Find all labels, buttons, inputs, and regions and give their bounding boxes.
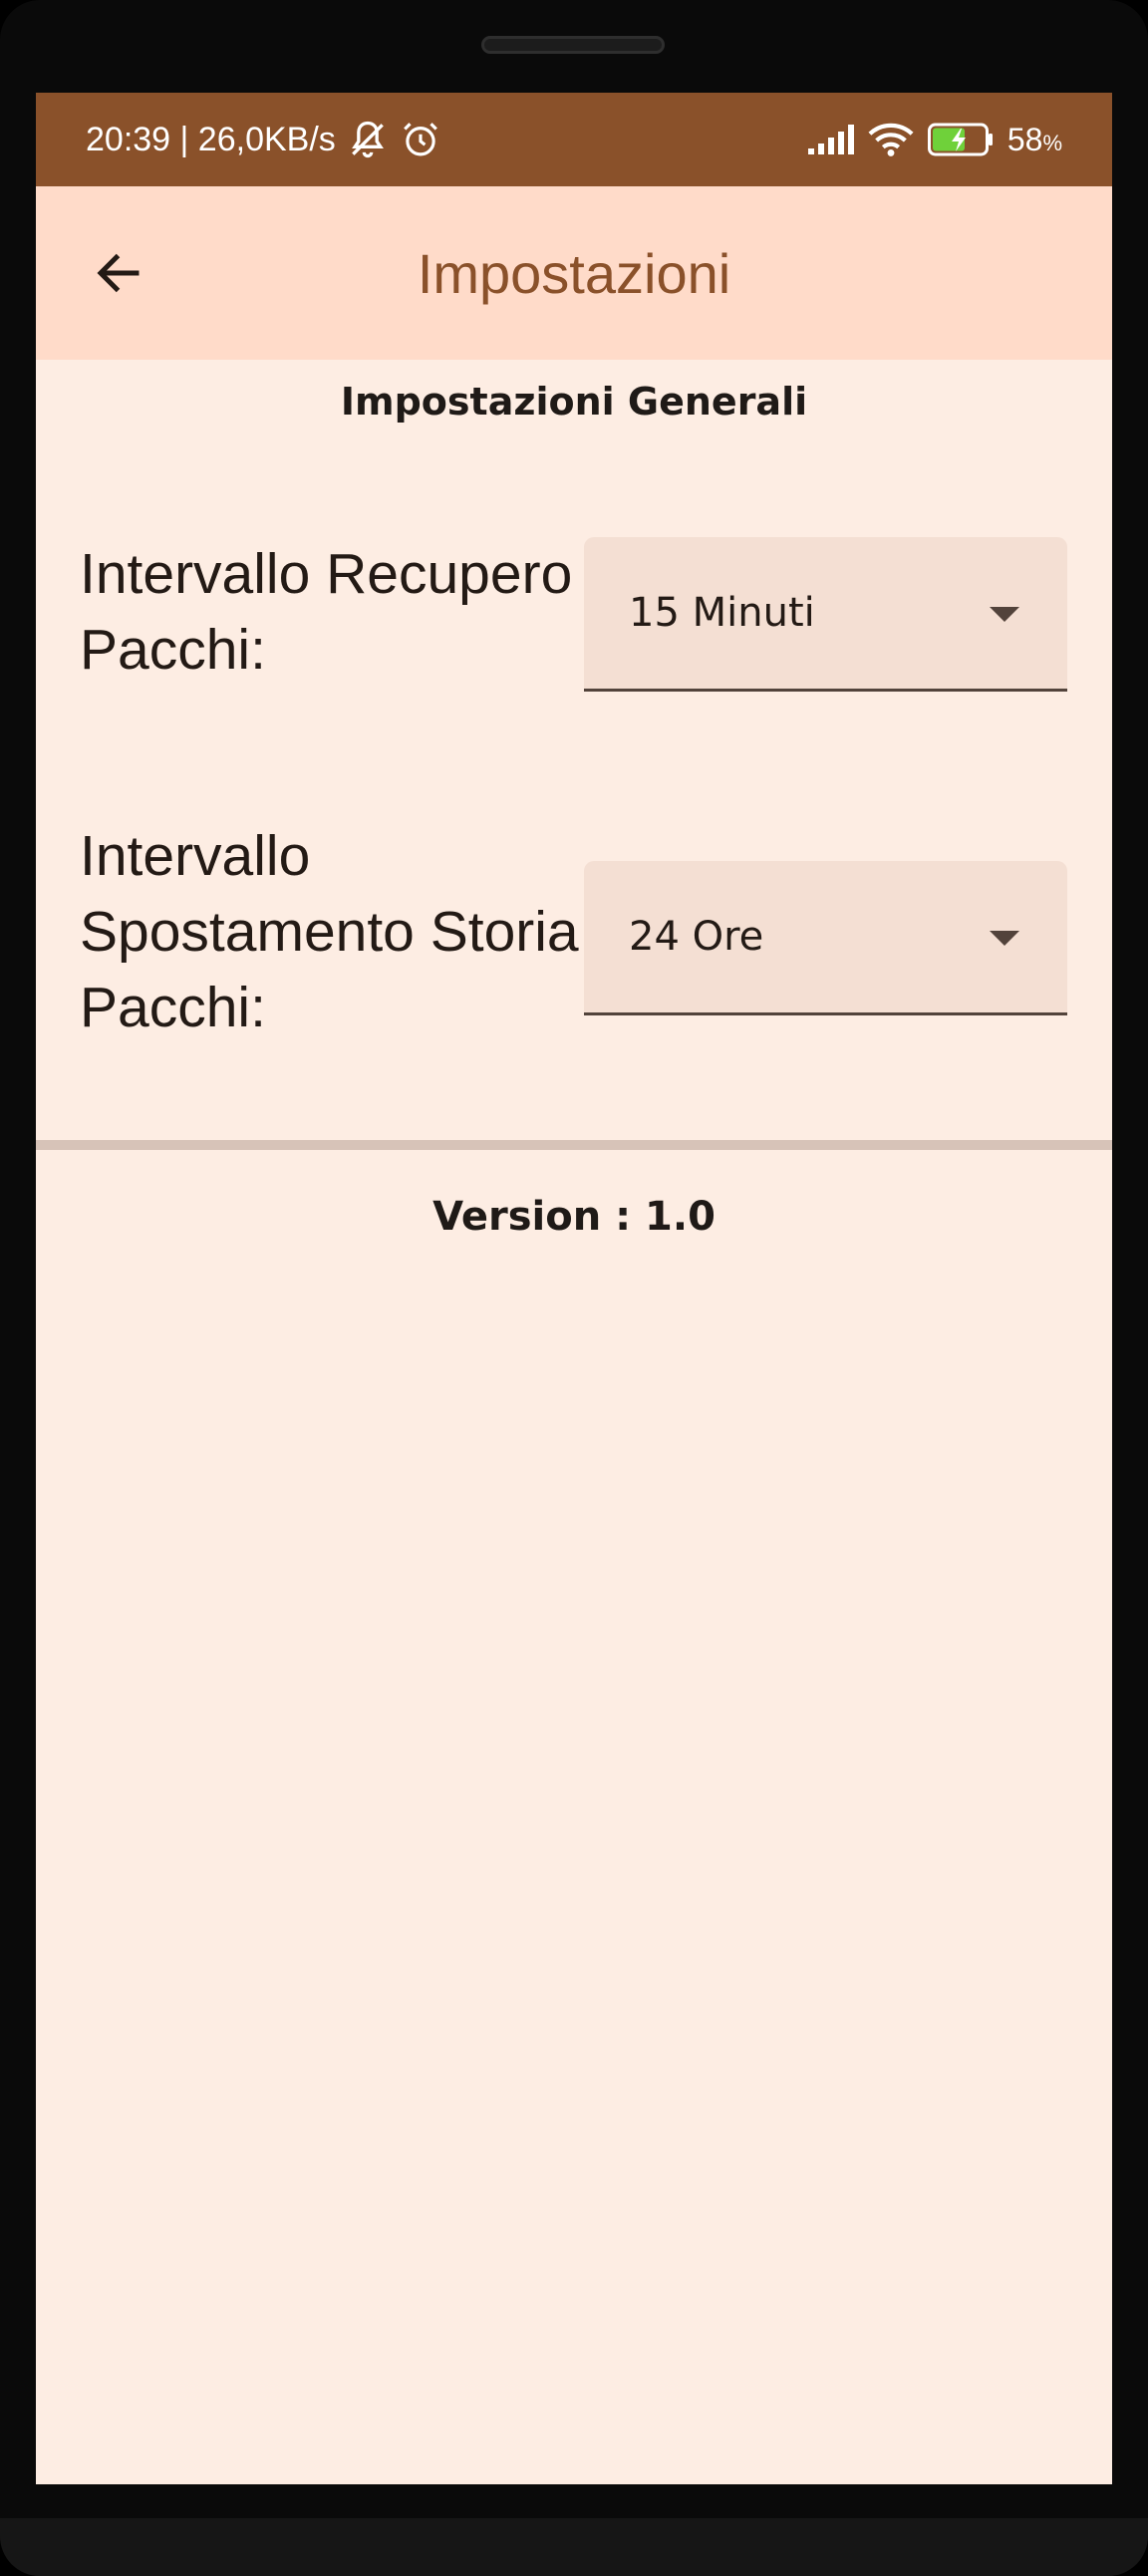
earpiece-speaker [481,36,665,54]
alarm-icon [400,119,441,160]
bottom-bezel [0,2518,1148,2576]
battery-charging-icon [927,123,994,156]
setting-label-recupero: Intervallo Recupero Pacchi: [80,542,573,682]
setting-label-spostamento: Intervallo Spostamento Storia Pacchi: [80,824,579,1039]
signal-icon [807,125,854,154]
phone-frame: 20:39 | 26,0KB/s 58% Impostazioni Impost… [0,0,1148,2576]
status-time-speed: 20:39 | 26,0KB/s [86,120,336,158]
app-screen: 20:39 | 26,0KB/s 58% Impostazioni Impost… [36,93,1112,2484]
dropdown-arrow-icon [990,607,1019,622]
divider [36,1140,1112,1150]
top-app-bar: Impostazioni [36,186,1112,360]
dropdown-selected-value: 15 Minuti [629,590,815,636]
battery-percent: 58% [1007,122,1062,158]
dropdown-selected-value: 24 Ore [629,914,764,960]
battery-percent-value: 58 [1006,121,1043,157]
status-bar: 20:39 | 26,0KB/s 58% [36,93,1112,186]
wifi-icon [868,122,914,157]
interval-spostamento-dropdown[interactable]: 24 Ore [584,861,1067,1015]
battery-percent-unit: % [1042,130,1062,155]
status-left: 20:39 | 26,0KB/s [86,93,441,186]
status-right: 58% [807,93,1062,186]
interval-recupero-dropdown[interactable]: 15 Minuti [584,537,1067,692]
section-title: Impostazioni Generali [340,380,808,424]
arrow-back-icon [97,253,140,293]
version-text: Version : 1.0 [432,1194,716,1240]
dropdown-arrow-icon [990,931,1019,946]
page-title: Impostazioni [417,241,731,305]
back-button[interactable] [72,226,165,320]
muted-bell-icon [346,118,390,161]
